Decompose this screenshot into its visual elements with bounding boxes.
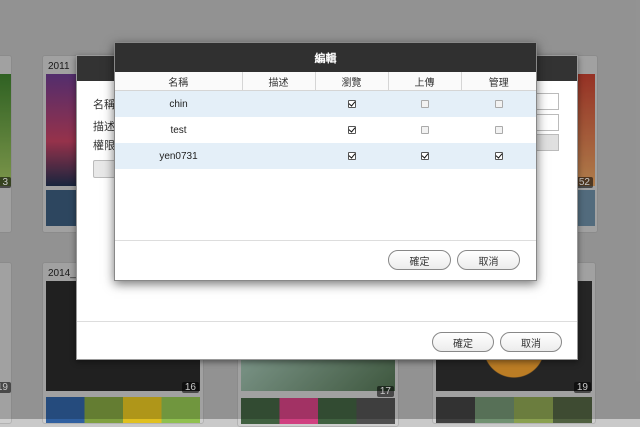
manage-cell	[461, 90, 536, 117]
ok-button[interactable]: 確定	[432, 332, 494, 352]
table-row[interactable]: test	[115, 117, 536, 143]
table-row[interactable]: yen0731	[115, 143, 536, 169]
user-name-cell: chin	[115, 90, 242, 117]
upload-checkbox[interactable]	[420, 151, 429, 160]
manage-cell	[461, 143, 536, 169]
permission-label: 權限	[93, 140, 115, 152]
ok-button[interactable]: 確定	[388, 250, 451, 270]
permission-table: 名稱 描述 瀏覽 上傳 管理 chin test yen0731	[115, 72, 536, 169]
dialog-title: 編輯	[115, 43, 536, 72]
browse-cell	[315, 143, 388, 169]
permission-edit-dialog: 編輯 名稱 描述 瀏覽 上傳 管理 chin test yen0731 確定 取消	[114, 42, 537, 281]
browse-checkbox[interactable]	[347, 99, 356, 108]
cancel-button[interactable]: 取消	[500, 332, 562, 352]
column-header-description[interactable]: 描述	[242, 72, 316, 91]
manage-cell	[461, 117, 536, 143]
upload-checkbox[interactable]	[420, 99, 429, 108]
column-header-name[interactable]: 名稱	[115, 72, 243, 91]
upload-checkbox[interactable]	[420, 125, 429, 134]
browse-cell	[315, 117, 388, 143]
user-description-cell	[242, 90, 315, 117]
cancel-button[interactable]: 取消	[457, 250, 520, 270]
browse-cell	[315, 90, 388, 117]
browse-checkbox[interactable]	[347, 151, 356, 160]
dialog-divider	[77, 321, 577, 322]
manage-checkbox[interactable]	[494, 99, 503, 108]
upload-cell	[388, 117, 461, 143]
column-header-manage[interactable]: 管理	[461, 72, 536, 91]
user-description-cell	[242, 143, 315, 169]
column-header-browse[interactable]: 瀏覽	[315, 72, 389, 91]
user-name-cell: yen0731	[115, 143, 242, 169]
description-label: 描述	[93, 121, 115, 133]
name-label: 名稱	[93, 99, 115, 111]
upload-cell	[388, 143, 461, 169]
user-description-cell	[242, 117, 315, 143]
browse-checkbox[interactable]	[347, 125, 356, 134]
user-name-cell: test	[115, 117, 242, 143]
table-header-row: 名稱 描述 瀏覽 上傳 管理	[115, 72, 536, 91]
dialog-divider	[115, 240, 536, 241]
upload-cell	[388, 90, 461, 117]
manage-checkbox[interactable]	[494, 151, 503, 160]
table-row[interactable]: chin	[115, 90, 536, 117]
manage-checkbox[interactable]	[494, 125, 503, 134]
column-header-upload[interactable]: 上傳	[388, 72, 462, 91]
